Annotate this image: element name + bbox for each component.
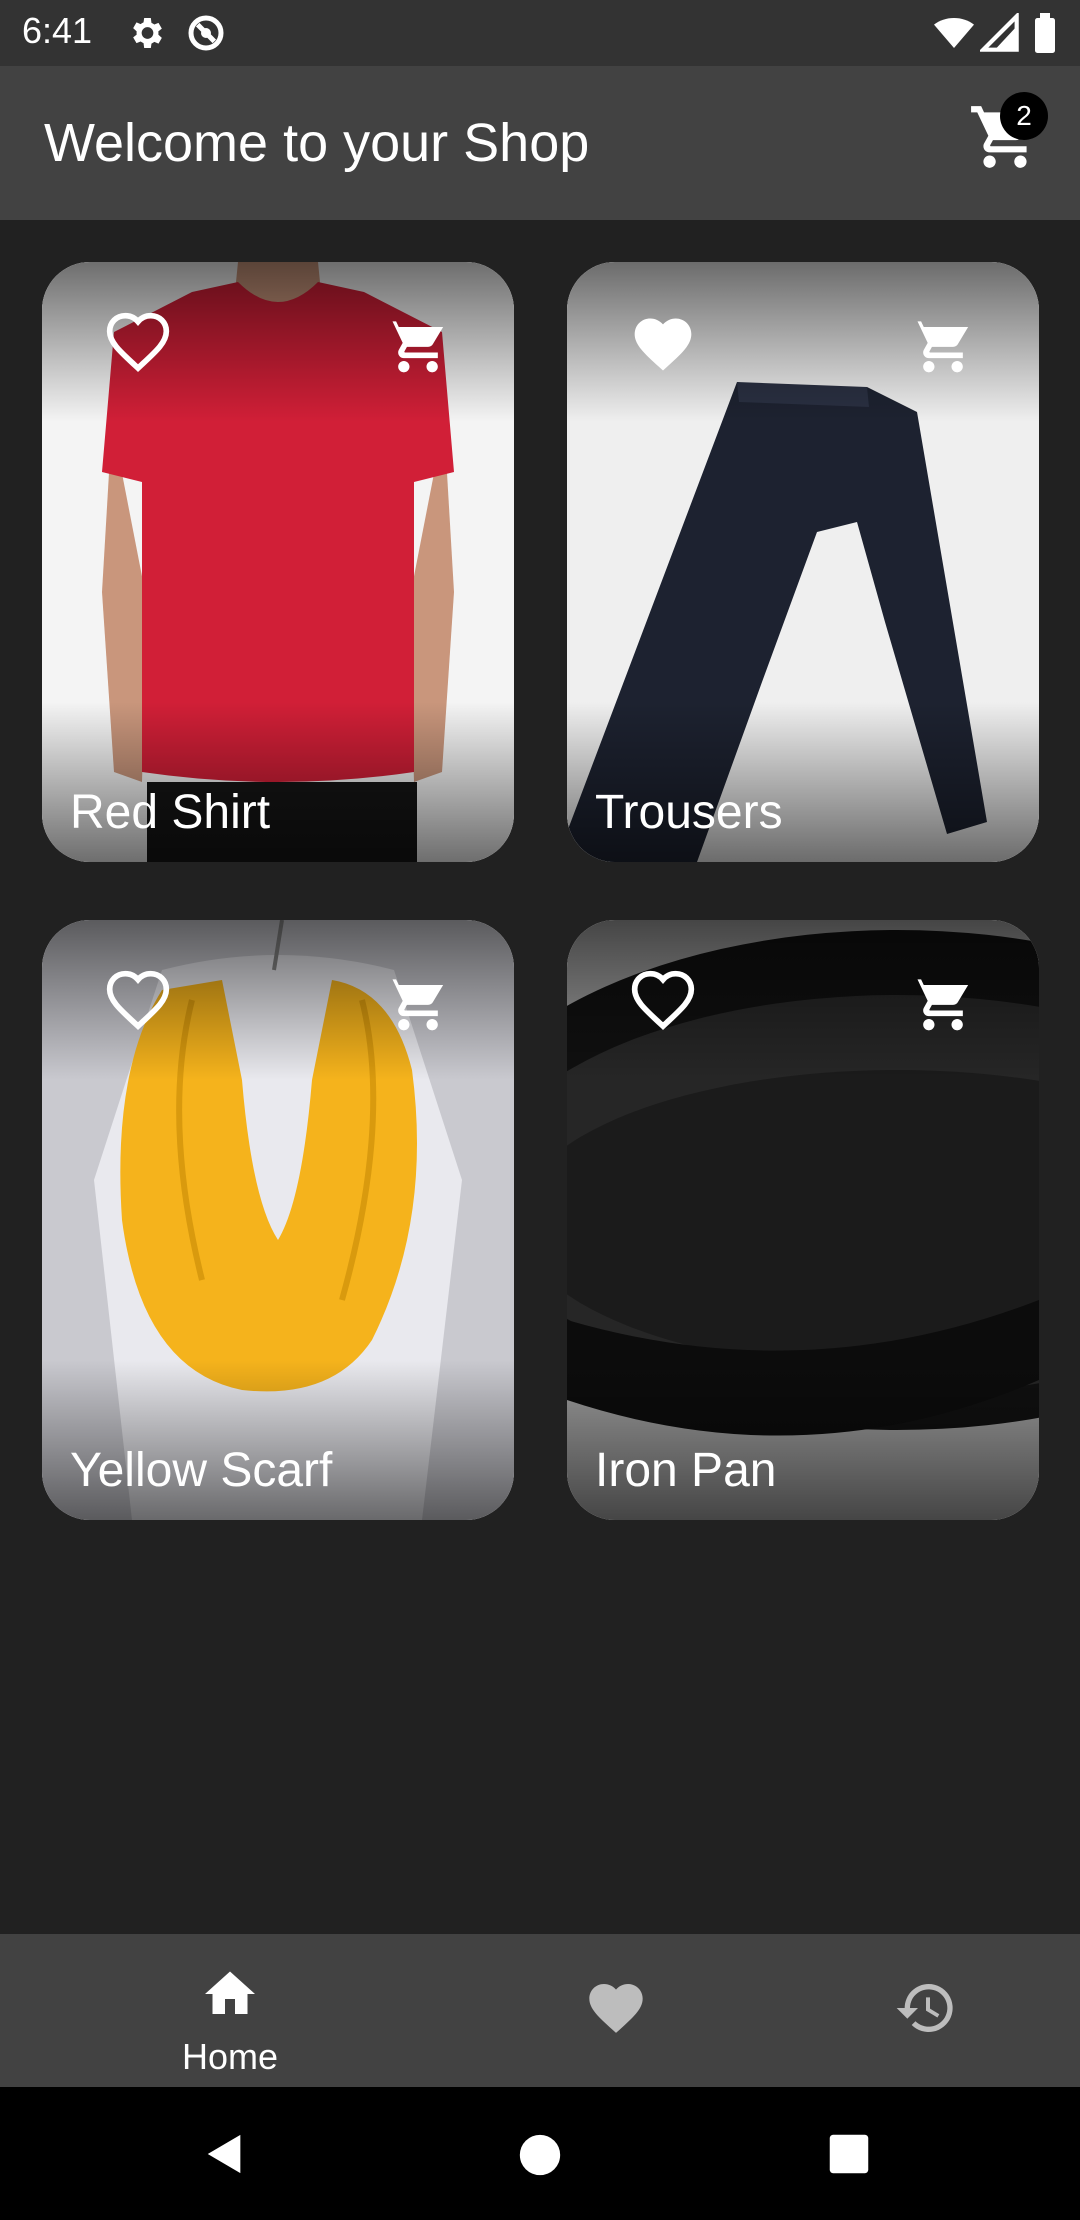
recents-icon[interactable] <box>828 2133 870 2175</box>
home-circle-icon[interactable] <box>518 2133 562 2177</box>
settings-icon <box>133 18 162 48</box>
add-to-cart-icon[interactable] <box>384 968 452 1036</box>
product-card-red-shirt[interactable]: Red Shirt <box>42 262 514 862</box>
app-bar: Welcome to your Shop <box>0 66 1080 220</box>
home-icon <box>205 1971 255 2014</box>
heart-outline-icon[interactable] <box>629 968 697 1036</box>
add-to-cart-icon[interactable] <box>384 310 452 378</box>
vpn-icon <box>188 15 224 51</box>
heart-filled-icon[interactable] <box>629 310 697 378</box>
back-icon[interactable] <box>202 2129 248 2179</box>
product-card-yellow-scarf[interactable]: Yellow Scarf <box>42 920 514 1520</box>
add-to-cart-icon[interactable] <box>909 310 977 378</box>
product-card-iron-pan[interactable]: Iron Pan <box>567 920 1039 1520</box>
add-to-cart-icon[interactable] <box>909 968 977 1036</box>
battery-icon <box>1035 13 1055 53</box>
product-name: Red Shirt <box>70 786 271 839</box>
status-time: 6:41 <box>22 10 93 51</box>
status-bar: 6:41 <box>0 0 1080 66</box>
heart-outline-icon[interactable] <box>104 310 172 378</box>
product-card-trousers[interactable]: Trousers <box>567 262 1039 862</box>
signal-icon <box>980 13 1019 52</box>
product-name: Iron Pan <box>595 1444 777 1497</box>
heart-outline-icon[interactable] <box>104 968 172 1036</box>
wifi-icon <box>934 18 974 48</box>
cart-count-badge: 2 <box>1000 92 1048 140</box>
bottom-nav: Home <box>0 1934 1080 2087</box>
product-name: Trousers <box>595 786 783 839</box>
nav-label-home: Home <box>181 2036 279 2077</box>
product-name: Yellow Scarf <box>70 1444 333 1497</box>
page-title: Welcome to your Shop <box>44 113 590 173</box>
nav-item-home[interactable]: Home <box>130 1954 330 2077</box>
history-icon[interactable] <box>894 1976 958 2040</box>
heart-icon[interactable] <box>584 1976 648 2040</box>
system-nav-bar <box>0 2087 1080 2220</box>
